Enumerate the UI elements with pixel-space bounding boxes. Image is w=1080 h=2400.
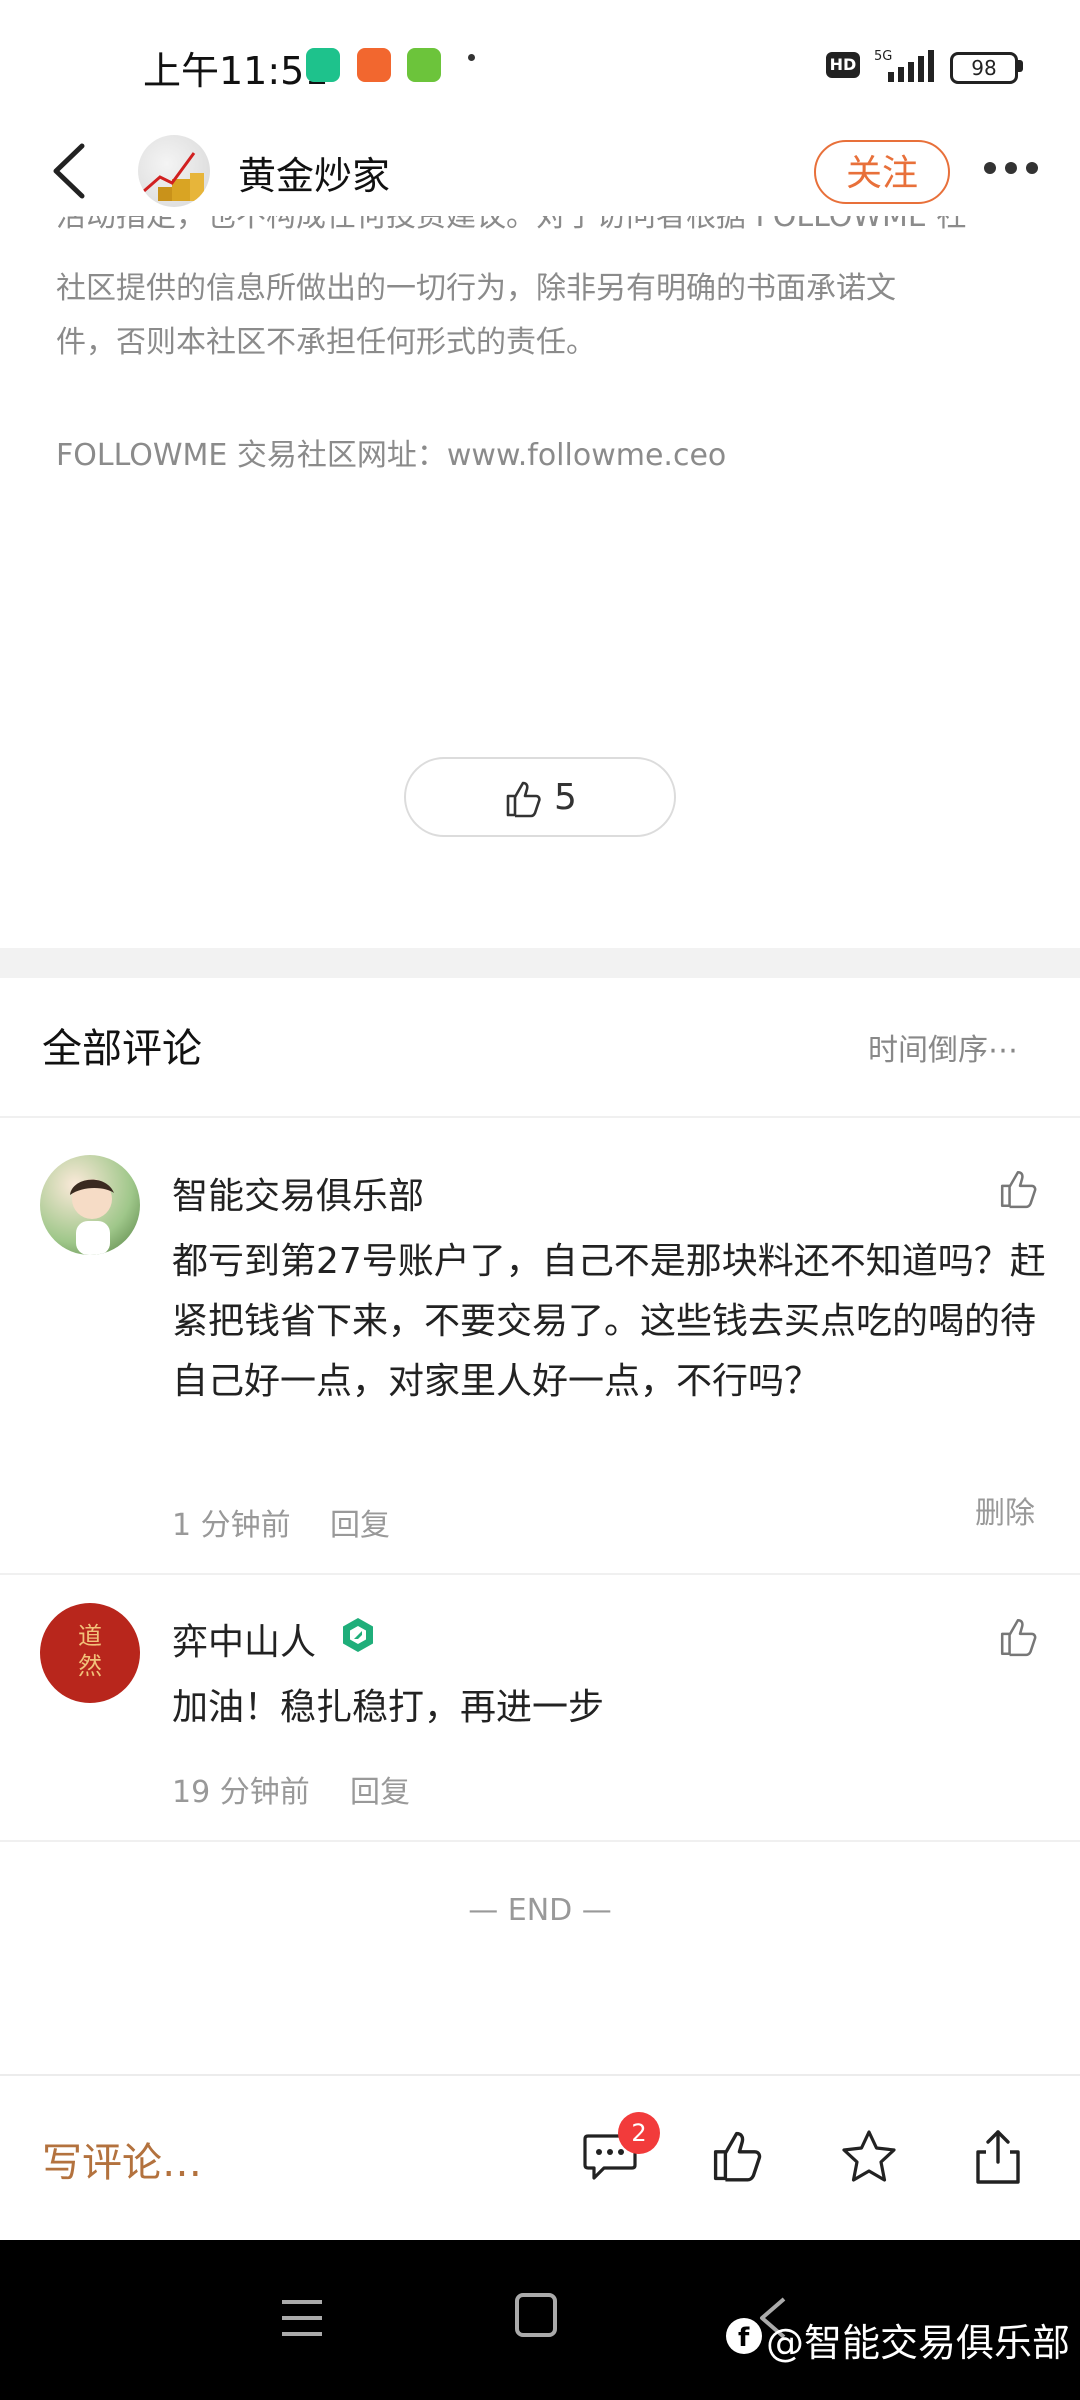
divider	[0, 1116, 1080, 1118]
download-app-icon	[407, 48, 441, 82]
commenter-name[interactable]: 智能交易俱乐部	[172, 1167, 424, 1219]
comment-text: 都亏到第27号账户了，自己不是那块料还不知道吗？赶紧把钱省下来，不要交易了。这些…	[172, 1241, 1046, 1402]
video-app-icon	[357, 48, 391, 82]
like-icon[interactable]	[710, 2128, 766, 2184]
notification-dot-icon	[468, 54, 475, 61]
write-comment-input[interactable]: 写评论…	[42, 2130, 202, 2188]
share-icon[interactable]	[970, 2128, 1026, 2186]
section-divider	[0, 948, 1080, 978]
reply-button[interactable]: 回复	[350, 1767, 410, 1811]
commenter-name[interactable]: 弈中山人	[172, 1613, 316, 1665]
author-avatar[interactable]	[138, 135, 210, 207]
article-partial-text: 活动指定，也不构成任何投资建议。对于访问者根据 FOLLOWME 社	[56, 216, 1016, 244]
comment-text: 加油！稳扎稳打，再进一步	[172, 1687, 605, 1728]
avatar-portrait-icon	[70, 1179, 114, 1255]
hd-icon: HD	[826, 52, 860, 78]
commenter-avatar[interactable]: 道然	[40, 1603, 140, 1703]
follow-button[interactable]: 关注	[814, 140, 950, 204]
action-bar-divider	[0, 2074, 1080, 2076]
commenter-avatar[interactable]	[40, 1155, 140, 1255]
sort-toggle[interactable]: 时间倒序⋯	[868, 1025, 1018, 1069]
back-arrow-icon[interactable]	[48, 140, 92, 202]
article-like-button[interactable]: 5	[404, 757, 676, 837]
thumbs-up-icon	[506, 781, 541, 818]
disclaimer-line-1: 社区提供的信息所做出的一切行为，除非另有明确的书面承诺文	[56, 271, 896, 306]
delete-button[interactable]: 删除	[975, 1488, 1035, 1532]
signal-icon: 5G	[874, 50, 934, 82]
reply-button[interactable]: 回复	[330, 1500, 390, 1544]
comment-time: 1 分钟前	[172, 1508, 291, 1543]
like-count: 5	[554, 777, 577, 818]
battery-icon: 98	[950, 52, 1018, 84]
gold-coins-icon	[143, 152, 204, 201]
site-url-text: FOLLOWME 交易社区网址：www.followme.ceo	[56, 438, 727, 473]
comment-like-icon[interactable]	[998, 1168, 1040, 1210]
comment-like-icon[interactable]	[998, 1616, 1040, 1658]
svg-text:5G: 5G	[874, 50, 892, 64]
svg-text:f: f	[738, 2323, 750, 2353]
battery-tip	[1018, 60, 1023, 72]
disclaimer-text: 社区提供的信息所做出的一切行为，除非另有明确的书面承诺文 件，否则本社区不承担任…	[56, 262, 896, 370]
comment-count-badge: 2	[618, 2112, 660, 2154]
star-icon[interactable]	[840, 2128, 898, 2186]
shield-app-icon	[306, 48, 340, 82]
watermark-text: @智能交易俱乐部	[766, 2321, 1071, 2365]
more-icon[interactable]	[982, 160, 1040, 176]
status-bar: 上午11:51 HD 5G 98	[0, 0, 1080, 130]
home-icon[interactable]	[514, 2292, 558, 2338]
author-name[interactable]: 黄金炒家	[238, 145, 390, 200]
divider	[0, 1840, 1080, 1842]
platform-logo-icon: f	[726, 2318, 762, 2354]
system-nav-bar: f @智能交易俱乐部	[0, 2240, 1080, 2400]
avatar-seal-text: 道然	[78, 1622, 102, 1680]
status-time: 上午11:51	[143, 49, 329, 93]
disclaimer-line-2: 件，否则本社区不承担任何形式的责任。	[56, 325, 596, 360]
divider	[0, 1573, 1080, 1575]
comments-title: 全部评论	[42, 1026, 202, 1072]
partial-line: 活动指定，也不构成任何投资建议。对于访问者根据 FOLLOWME 社	[56, 216, 967, 234]
verified-badge-icon	[343, 1618, 373, 1652]
end-marker: — END —	[468, 1893, 612, 1928]
menu-icon[interactable]	[280, 2298, 324, 2338]
comment-time: 19 分钟前	[172, 1775, 310, 1810]
